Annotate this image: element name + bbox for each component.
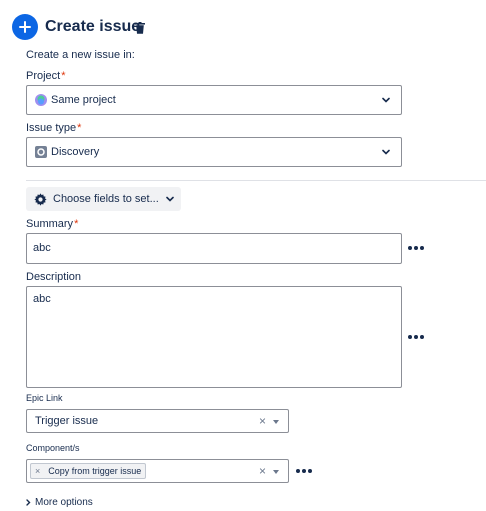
- choose-fields-label: Choose fields to set...: [53, 193, 159, 205]
- description-value: abc: [33, 293, 51, 305]
- more-options-toggle[interactable]: More options: [26, 497, 93, 508]
- component-tag: × Copy from trigger issue: [30, 463, 147, 479]
- project-avatar-icon: [35, 94, 47, 106]
- chevron-down-icon: [382, 97, 390, 103]
- chevron-down-icon: [165, 196, 174, 202]
- components-more-icon[interactable]: [296, 469, 312, 473]
- choose-fields-button[interactable]: Choose fields to set...: [26, 187, 181, 211]
- clear-icon[interactable]: ×: [259, 414, 266, 428]
- discovery-icon: [35, 146, 47, 158]
- issue-type-select[interactable]: Discovery: [26, 137, 402, 167]
- required-mark: *: [77, 122, 82, 134]
- summary-label-text: Summary: [26, 218, 74, 230]
- gear-icon: [34, 192, 47, 206]
- more-options-label: More options: [35, 497, 93, 508]
- required-mark: *: [74, 218, 79, 230]
- caret-down-icon[interactable]: [273, 470, 279, 474]
- issue-type-value: Discovery: [51, 146, 100, 158]
- project-label: Project*: [26, 69, 66, 83]
- project-label-text: Project: [26, 70, 61, 82]
- epic-link-label: Epic Link: [26, 393, 63, 403]
- chevron-right-icon: [26, 499, 31, 506]
- description-more-icon[interactable]: [408, 335, 424, 339]
- page-title: Create issue: [45, 18, 141, 35]
- issue-type-label-text: Issue type: [26, 122, 77, 134]
- issue-type-label: Issue type*: [26, 121, 81, 135]
- summary-more-icon[interactable]: [408, 246, 424, 250]
- add-issue-icon[interactable]: [12, 14, 38, 40]
- project-value: Same project: [51, 94, 116, 106]
- chevron-down-icon: [382, 149, 390, 155]
- components-label: Component/s: [26, 443, 80, 453]
- divider: [26, 180, 486, 181]
- epic-link-value: Trigger issue: [35, 415, 99, 427]
- intro-text: Create a new issue in:: [26, 49, 135, 61]
- required-mark: *: [61, 70, 66, 82]
- clear-icon[interactable]: ×: [259, 464, 266, 478]
- caret-down-icon[interactable]: [273, 420, 279, 424]
- summary-input[interactable]: abc: [26, 233, 402, 264]
- summary-value: abc: [33, 242, 51, 254]
- epic-link-select[interactable]: Trigger issue ×: [26, 409, 289, 433]
- components-select[interactable]: × Copy from trigger issue ×: [26, 459, 289, 483]
- project-select[interactable]: Same project: [26, 85, 402, 115]
- description-textarea[interactable]: abc: [26, 286, 402, 388]
- description-label: Description: [26, 271, 82, 283]
- trash-icon[interactable]: [135, 22, 145, 34]
- component-tag-label: Copy from trigger issue: [48, 466, 142, 476]
- tag-remove-icon[interactable]: ×: [35, 466, 40, 476]
- summary-label: Summary*: [26, 217, 78, 231]
